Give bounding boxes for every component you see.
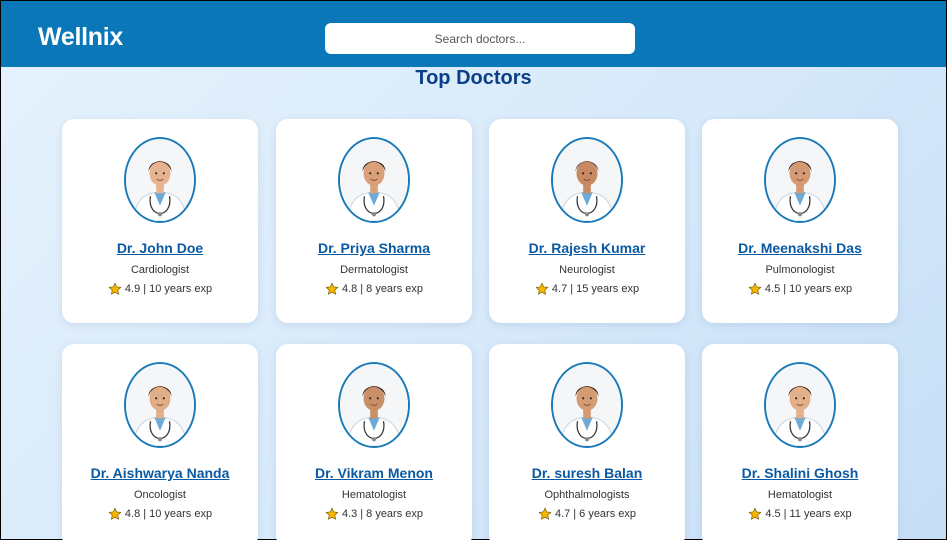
doctor-specialty: Ophthalmologists [544,489,630,501]
doctor-name-link[interactable]: Dr. Meenakshi Das [702,240,898,256]
doctor-rating: 4.7 [551,283,568,295]
doctor-card[interactable]: Dr. Priya Sharma Dermatologist 4.8 | 8 y… [276,119,472,323]
doctor-avatar[interactable] [551,137,623,223]
doctor-experience: 10 years exp [789,283,853,295]
doctor-rating: 4.5 [765,508,781,520]
doctor-name-link[interactable]: Dr. John Doe [62,240,258,256]
star-icon [108,282,122,296]
star-icon [325,282,339,296]
doctor-avatar[interactable] [764,362,836,448]
doctor-rating: 4.8 [124,508,141,520]
doctor-experience: 11 years exp [789,508,852,520]
doctor-specialty: Hematologist [767,489,833,501]
doctor-avatar[interactable] [124,362,196,448]
doctor-name-link[interactable]: Dr. Shalini Ghosh [702,465,898,481]
doctor-experience: 8 years exp [366,508,424,520]
doctor-card[interactable]: Dr. Shalini Ghosh Hematologist 4.5 | 11 … [702,344,898,540]
doctor-name-link[interactable]: Dr. suresh Balan [489,465,685,481]
doctor-rating-row: 4.5 | 11 years exp [702,507,898,521]
doctor-rating-row: 4.8 | 10 years exp [62,507,258,521]
star-icon [748,282,762,296]
doctor-card[interactable]: Dr. John Doe Cardiologist 4.9 | 10 years… [62,119,258,323]
separator: | [783,508,787,520]
doctor-name-link[interactable]: Dr. Aishwarya Nanda [62,465,258,481]
doctor-card[interactable]: Dr. suresh Balan Ophthalmologists 4.7 | … [489,344,685,540]
separator: | [360,508,364,520]
doctor-rating-row: 4.3 | 8 years exp [276,507,472,521]
doctor-rating-row: 4.7 | 6 years exp [489,507,685,521]
doctor-avatar[interactable] [551,362,623,448]
doctor-rating: 4.9 [124,283,141,295]
doctor-card[interactable]: Dr. Aishwarya Nanda Oncologist 4.8 | 10 … [62,344,258,540]
doctor-specialty: Hematologist [341,489,407,501]
doctor-card[interactable]: Dr. Meenakshi Das Pulmonologist 4.5 | 10… [702,119,898,323]
doctor-rating: 4.3 [341,508,358,520]
doctor-specialty: Dermatologist [340,264,408,276]
doctor-experience: 8 years exp [366,283,424,295]
page-title: Top Doctors [415,67,532,89]
doctor-rating: 4.8 [341,283,358,295]
doctor-specialty: Neurologist [559,264,615,276]
doctor-rating-row: 4.8 | 8 years exp [276,282,472,296]
star-icon [325,507,339,521]
doctor-experience: 6 years exp [579,508,637,520]
doctor-name-link[interactable]: Dr. Rajesh Kumar [489,240,685,256]
doctor-avatar[interactable] [338,137,410,223]
search-input[interactable] [325,23,635,54]
doctor-name-link[interactable]: Dr. Vikram Menon [276,465,472,481]
doctor-card[interactable]: Dr. Vikram Menon Hematologist 4.3 | 8 ye… [276,344,472,540]
doctor-avatar[interactable] [764,137,836,223]
separator: | [360,283,364,295]
doctor-specialty: Oncologist [134,489,186,501]
separator: | [573,508,577,520]
doctor-name-link[interactable]: Dr. Priya Sharma [276,240,472,256]
doctor-rating-row: 4.5 | 10 years exp [702,282,898,296]
doctor-specialty: Pulmonologist [765,264,835,276]
separator: | [143,508,147,520]
doctor-experience: 15 years exp [576,283,640,295]
star-icon [748,507,762,521]
doctor-experience: 10 years exp [149,508,213,520]
star-icon [538,507,552,521]
separator: | [783,283,787,295]
app-logo[interactable]: Wellnix [38,23,123,52]
doctor-specialty: Cardiologist [130,264,190,276]
doctor-rating-row: 4.9 | 10 years exp [62,282,258,296]
separator: | [143,283,147,295]
top-header: Wellnix [1,1,946,67]
doctor-rating: 4.5 [764,283,781,295]
separator: | [570,283,574,295]
doctor-avatar[interactable] [124,137,196,223]
star-icon [108,507,122,521]
doctor-rating: 4.7 [554,508,571,520]
doctor-rating-row: 4.7 | 15 years exp [489,282,685,296]
doctor-experience: 10 years exp [149,283,213,295]
doctor-card[interactable]: Dr. Rajesh Kumar Neurologist 4.7 | 15 ye… [489,119,685,323]
doctor-avatar[interactable] [338,362,410,448]
star-icon [535,282,549,296]
